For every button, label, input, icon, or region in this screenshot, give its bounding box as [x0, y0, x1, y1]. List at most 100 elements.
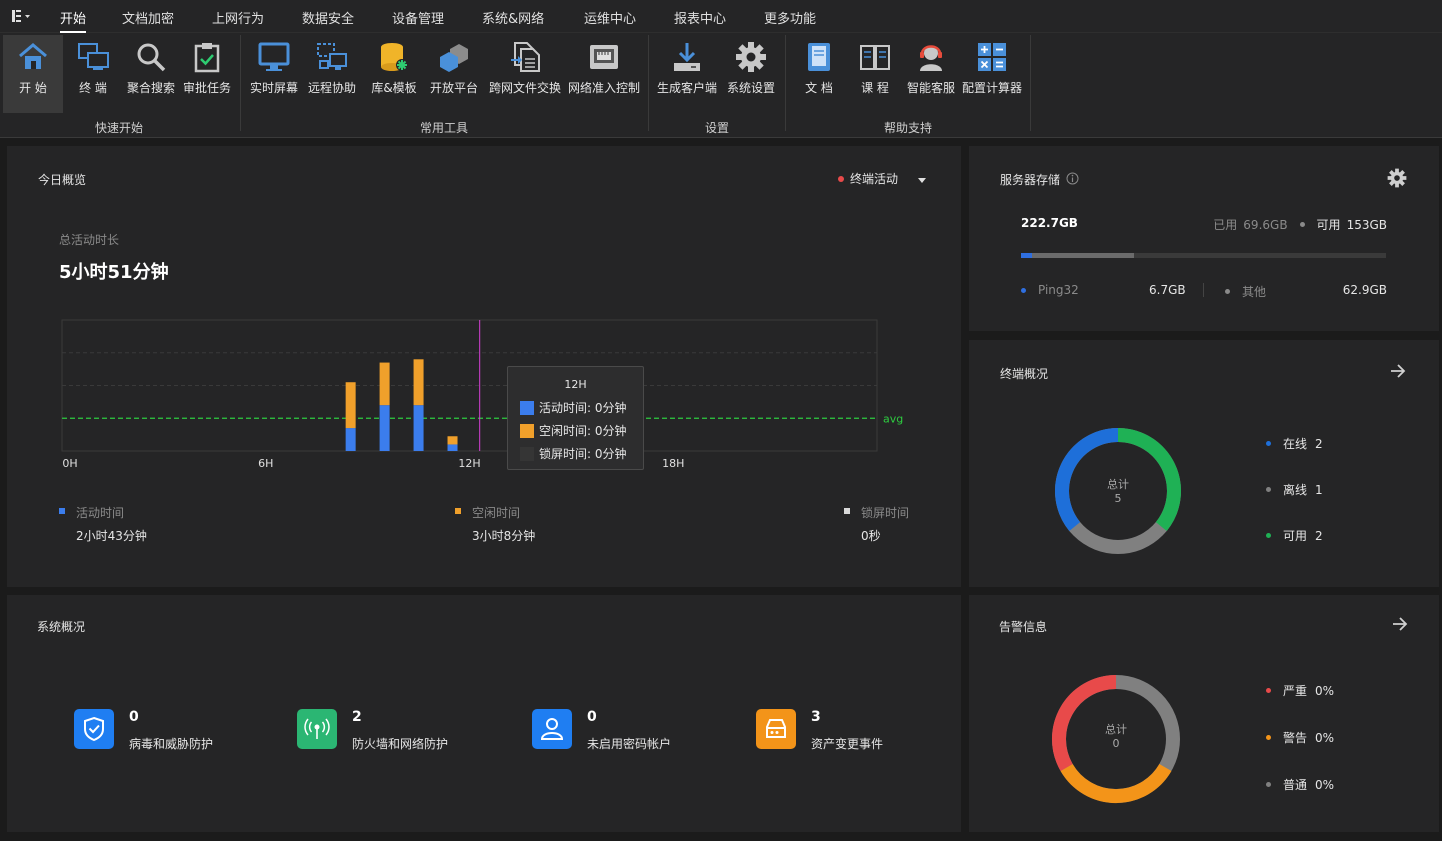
terminal-icon — [75, 39, 111, 75]
ribbon-calculator-button[interactable]: 配置计算器 — [960, 35, 1024, 113]
alerts-panel: 告警信息 总计 0 严重 0% 警告 0% 普通 0% — [969, 595, 1439, 832]
offline-dot — [1266, 487, 1271, 492]
ribbon-file-exchange-button[interactable]: 跨网文件交换 — [486, 35, 564, 113]
tooltip-swatch-active — [520, 400, 534, 415]
system-overview-title: 系统概况 — [37, 620, 86, 634]
ribbon-terminal-button[interactable]: 终 端 — [63, 35, 123, 113]
chart-bar-idle — [379, 362, 390, 406]
firewall-count: 2 — [352, 709, 362, 725]
ping32-dot — [1021, 287, 1026, 293]
menu-tab-system-network[interactable]: 系统&网络 — [482, 8, 544, 27]
today-overview-panel: 今日概览 终端活动 总活动时长 5小时51分钟 avg 0H 6H 12H 18H 1… — [7, 146, 961, 587]
network-access-icon — [586, 39, 622, 75]
user-account-icon — [532, 709, 572, 749]
storage-used-fill — [1021, 253, 1135, 258]
legend-label-lock: 锁屏时间 — [861, 506, 910, 520]
storage-title-row: 服务器存储 — [1000, 171, 1079, 188]
chart-x-tick-label: 12H — [458, 457, 480, 470]
chart-bar-idle — [447, 436, 458, 445]
menu-tab-device-management[interactable]: 设备管理 — [392, 8, 444, 27]
ribbon-search-button[interactable]: 聚合搜索 — [123, 35, 179, 113]
ribbon-open-platform-button[interactable]: 开放平台 — [426, 35, 482, 113]
menu-tab-ops-center[interactable]: 运维中心 — [584, 8, 636, 27]
calculator-icon — [974, 39, 1010, 75]
offline-value: 1 — [1315, 482, 1323, 497]
screen-icon — [256, 39, 292, 75]
storage-item-ping32-value: 6.7GB — [1149, 283, 1186, 297]
storage-item-other-label: 其他 — [1242, 285, 1267, 299]
no-password-label: 未启用密码帐户 — [587, 737, 672, 751]
storage-item-other: 其他 — [1225, 283, 1266, 300]
donut-segment-warning — [1060, 763, 1172, 803]
app-menu-icon[interactable] — [10, 8, 32, 24]
ribbon-approval-button[interactable]: 审批任务 — [179, 35, 235, 113]
ribbon-live-screen-button[interactable]: 实时屏幕 — [246, 35, 302, 113]
support-icon — [913, 39, 949, 75]
normal-label: 普通 — [1283, 778, 1308, 792]
menu-tab-data-security[interactable]: 数据安全 — [302, 8, 354, 27]
ribbon-separator — [785, 35, 786, 131]
ribbon-group-common-tools: 常用工具 — [419, 121, 469, 135]
separator-dot — [1299, 222, 1305, 227]
alerts-total-label: 总计 — [1105, 723, 1127, 736]
warning-dot — [1266, 735, 1271, 740]
arrow-right-icon[interactable] — [1389, 362, 1409, 382]
storage-title: 服务器存储 — [1000, 173, 1061, 187]
ribbon-course-button[interactable]: 课 程 — [848, 35, 902, 113]
menu-tab-report-center[interactable]: 报表中心 — [674, 8, 726, 27]
storage-total: 222.7GB — [1021, 216, 1078, 230]
virus-protection-count: 0 — [129, 709, 139, 725]
menu-tab-doc-encrypt[interactable]: 文档加密 — [122, 8, 174, 27]
terminal-total-value: 5 — [1114, 492, 1122, 505]
asset-change-label: 资产变更事件 — [811, 737, 884, 751]
legend-swatch-active — [59, 508, 65, 514]
offline-label: 离线 — [1283, 483, 1308, 497]
system-overview-panel: 系统概况 0 病毒和威胁防护 2 防火墙和网络防护 0 未启用密码帐户 3 资产… — [7, 595, 961, 832]
menu-tab-start[interactable]: 开始 — [60, 8, 87, 33]
arrow-right-icon[interactable] — [1391, 615, 1411, 635]
remote-icon — [314, 39, 350, 75]
terminal-overview-title: 终端概况 — [1000, 367, 1049, 381]
search-icon — [133, 39, 169, 75]
chart-tooltip: 12H 活动时间: 0分钟 空闲时间: 0分钟 锁屏时间: 0分钟 — [507, 366, 644, 470]
chart-x-tick-label: 18H — [662, 457, 684, 470]
tooltip-idle-text: 空闲时间: 0分钟 — [539, 424, 627, 438]
storage-ping32-fill — [1021, 253, 1032, 258]
ribbon-remote-assist-button[interactable]: 远程协助 — [304, 35, 360, 113]
tooltip-row-idle: 空闲时间: 0分钟 — [520, 422, 627, 439]
home-icon — [15, 39, 51, 75]
legend-value-idle: 3小时8分钟 — [472, 529, 536, 543]
storage-item-ping32-label: Ping32 — [1038, 283, 1079, 297]
storage-used-label: 已用 — [1213, 218, 1238, 232]
alerts-title: 告警信息 — [999, 620, 1048, 634]
chart-bar-idle — [413, 359, 424, 406]
activity-filter-label: 终端活动 — [850, 172, 899, 186]
menu-tab-internet-behavior[interactable]: 上网行为 — [212, 8, 264, 27]
terminal-legend-available: 可用 2 — [1266, 527, 1323, 544]
ribbon-generate-client-button[interactable]: 生成客户端 — [654, 35, 720, 113]
tooltip-active-text: 活动时间: 0分钟 — [539, 401, 627, 415]
terminal-legend-online: 在线 2 — [1266, 435, 1323, 452]
ribbon-document-button[interactable]: 文 档 — [792, 35, 846, 113]
ribbon-separator — [648, 35, 649, 131]
ribbon-system-settings-button[interactable]: 系统设置 — [722, 35, 780, 113]
gear-icon[interactable] — [1387, 168, 1407, 191]
ribbon-group-quick-start: 快速开始 — [94, 121, 144, 135]
available-value: 2 — [1315, 528, 1323, 543]
total-activity-value: 5小时51分钟 — [59, 262, 169, 283]
terminal-activity-dropdown[interactable]: 终端活动 — [838, 170, 927, 187]
menu-tab-more[interactable]: 更多功能 — [764, 8, 816, 27]
tooltip-row-active: 活动时间: 0分钟 — [520, 399, 627, 416]
ribbon-support-button[interactable]: 智能客服 — [904, 35, 958, 113]
gear-icon — [733, 39, 769, 75]
firewall-label: 防火墙和网络防护 — [352, 737, 449, 751]
ribbon-network-access-button[interactable]: 网络准入控制 — [566, 35, 642, 113]
warning-value: 0% — [1315, 730, 1335, 745]
ribbon-separator — [1030, 35, 1031, 131]
alerts-total-value: 0 — [1112, 737, 1120, 750]
legend-value-active: 2小时43分钟 — [76, 529, 147, 543]
info-icon[interactable] — [1066, 172, 1079, 188]
ribbon-library-button[interactable]: 库&模板 — [364, 35, 424, 113]
ribbon-start-button[interactable]: 开 始 — [3, 35, 63, 113]
storage-item-ping32: Ping32 — [1021, 283, 1079, 297]
